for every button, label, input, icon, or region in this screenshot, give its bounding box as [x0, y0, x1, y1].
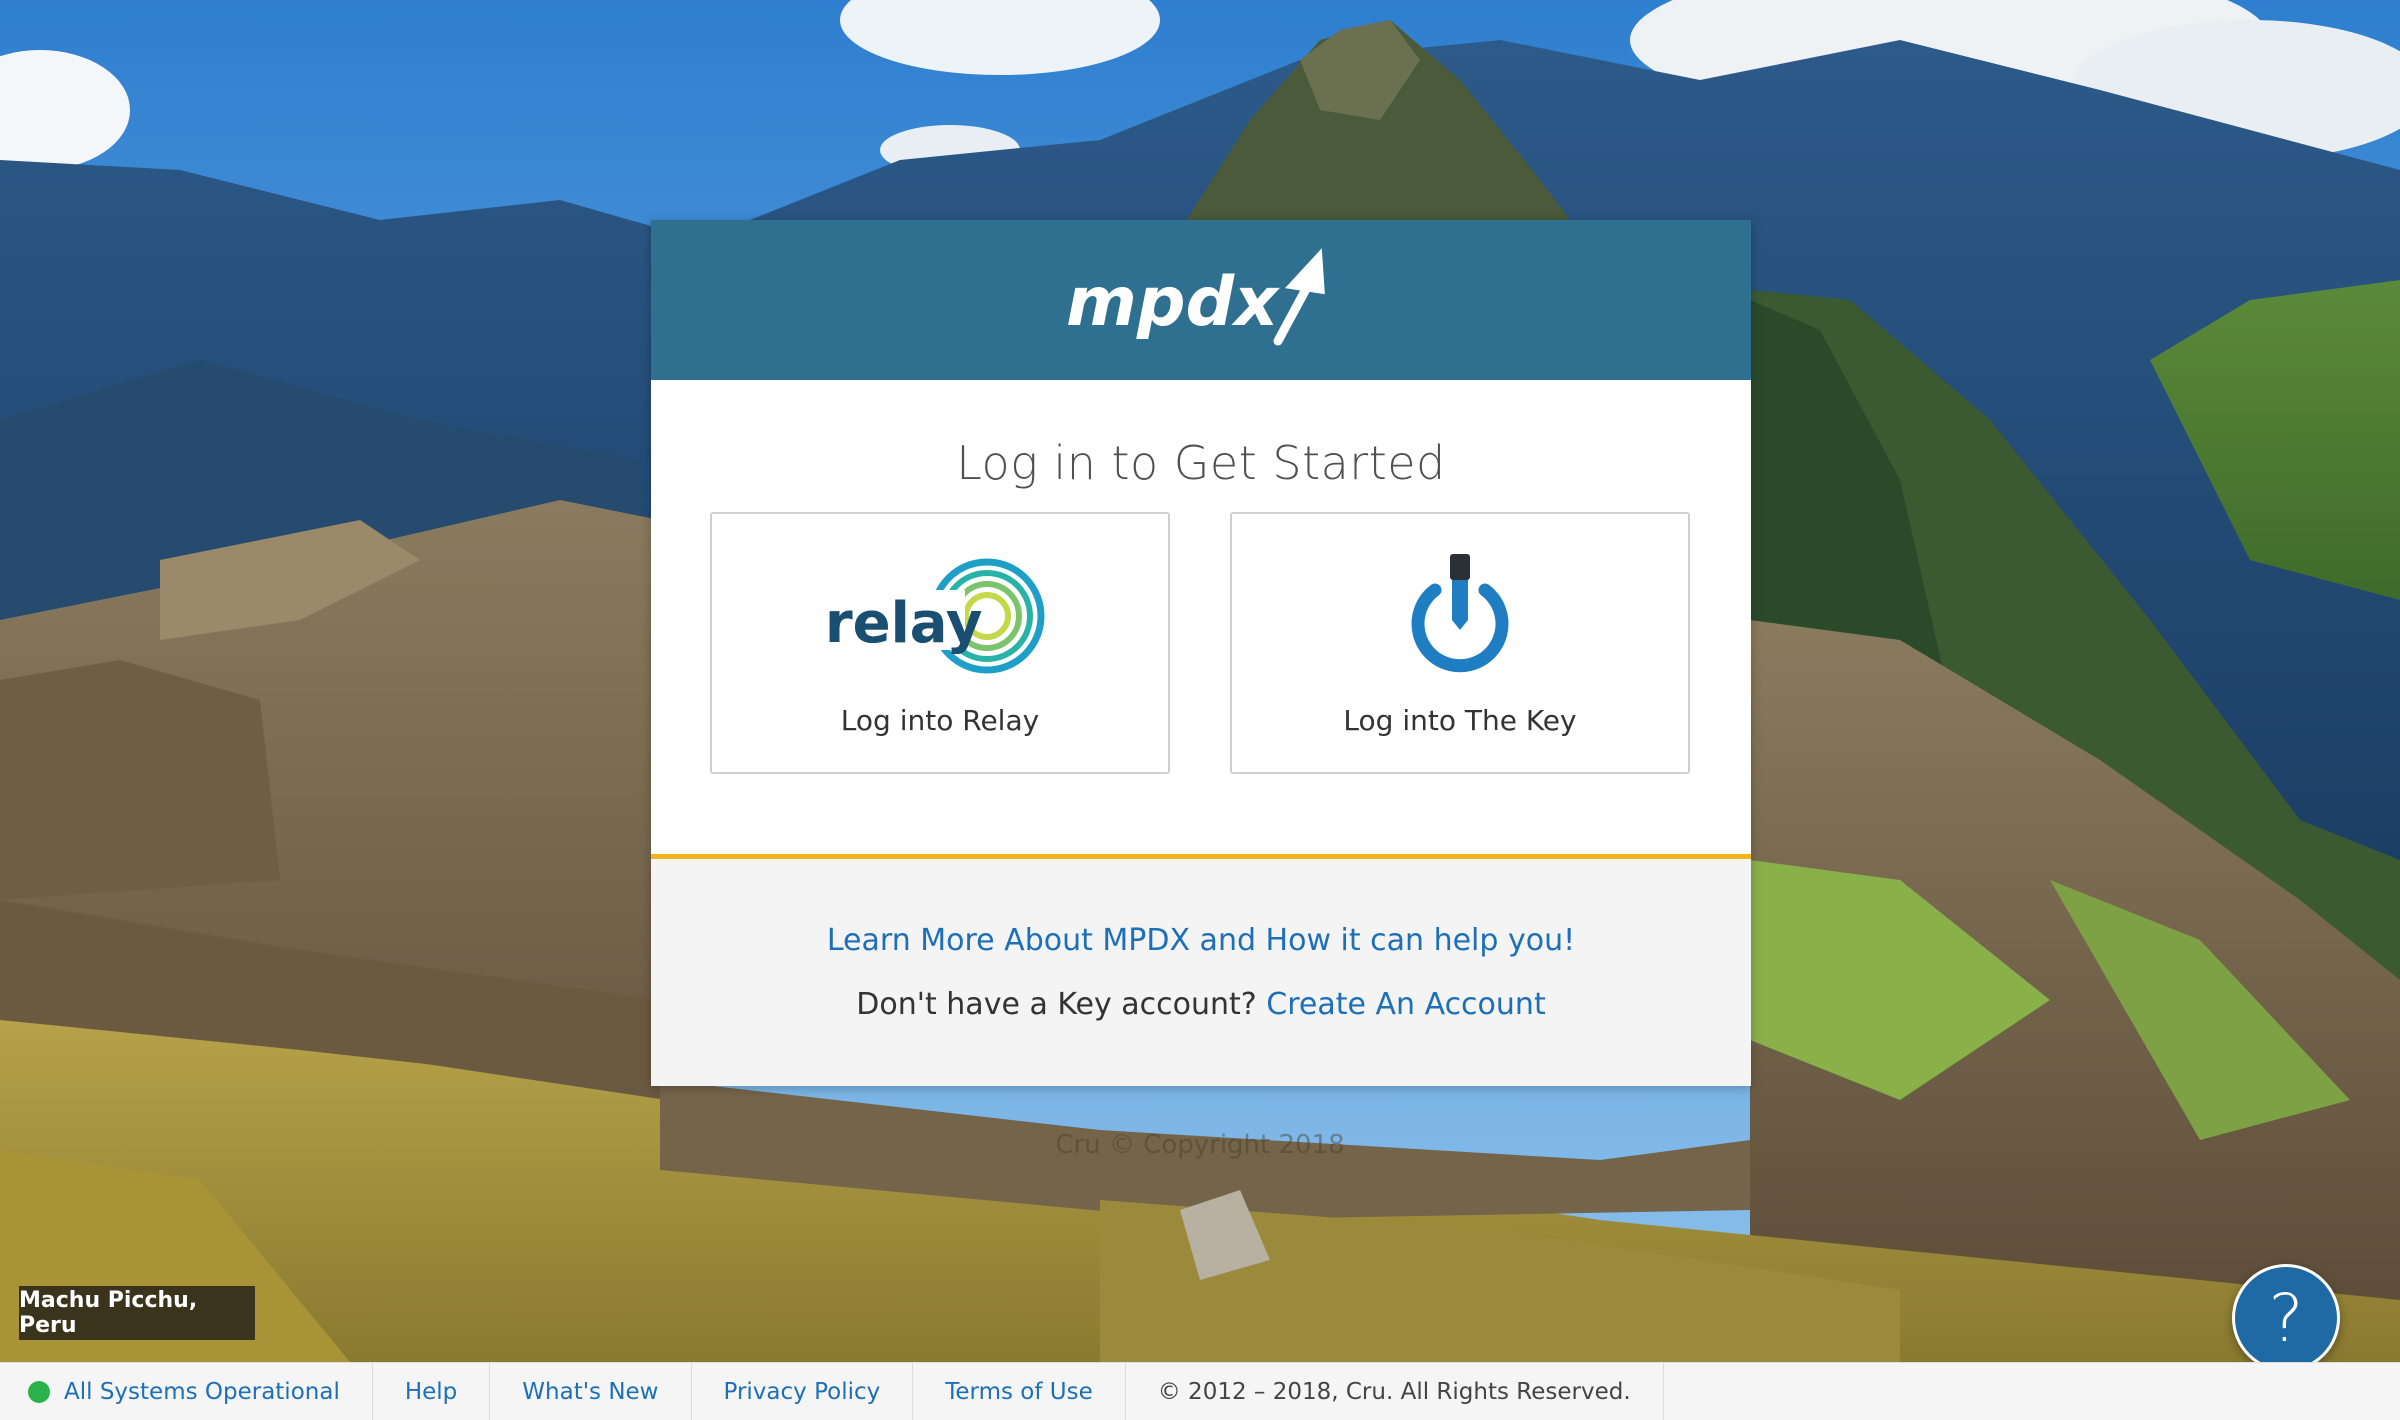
no-account-text: Don't have a Key account? [856, 987, 1257, 1022]
help-button[interactable]: ? [2232, 1264, 2340, 1372]
status-dot-icon [28, 1380, 50, 1403]
mpdx-logo: mpdx [1066, 248, 1325, 346]
footer-bar: All Systems Operational Help What's New … [0, 1362, 2400, 1420]
login-key-label: Log into The Key [1343, 704, 1577, 737]
system-status-label: All Systems Operational [64, 1378, 340, 1405]
location-caption: Machu Picchu, Peru [19, 1286, 255, 1340]
login-relay-label: Log into Relay [840, 704, 1040, 737]
question-icon: ? [2268, 1279, 2304, 1357]
login-key-button[interactable]: Log into The Key [1230, 512, 1690, 774]
system-status-link[interactable]: All Systems Operational [0, 1362, 373, 1420]
footer-link-help[interactable]: Help [373, 1362, 491, 1420]
create-account-link[interactable]: Create An Account [1266, 987, 1545, 1022]
svg-text:relay: relay [825, 591, 982, 656]
card-footer: Learn More About MPDX and How it can hel… [651, 854, 1751, 1086]
svg-text:mpdx: mpdx [1066, 263, 1280, 342]
login-relay-button[interactable]: relay relay Log into Relay [710, 512, 1170, 774]
footer-link-terms[interactable]: Terms of Use [913, 1362, 1126, 1420]
card-header: mpdx [651, 220, 1751, 380]
no-account-line: Don't have a Key account? Create An Acco… [651, 987, 1751, 1022]
page-title: Log in to Get Started [956, 436, 1446, 490]
footer-link-privacy[interactable]: Privacy Policy [692, 1362, 914, 1420]
background-copyright-text: Cru © Copyright 2018 [1055, 1130, 1345, 1160]
the-key-power-icon [1232, 550, 1688, 680]
footer-copyright: © 2012 – 2018, Cru. All Rights Reserved. [1126, 1362, 1664, 1420]
learn-more-link[interactable]: Learn More About MPDX and How it can hel… [651, 923, 1751, 958]
relay-logo: relay relay [712, 550, 1168, 680]
login-card: mpdx Log in to Get Started relay relay L… [651, 220, 1751, 1086]
footer-link-whats-new[interactable]: What's New [490, 1362, 692, 1420]
